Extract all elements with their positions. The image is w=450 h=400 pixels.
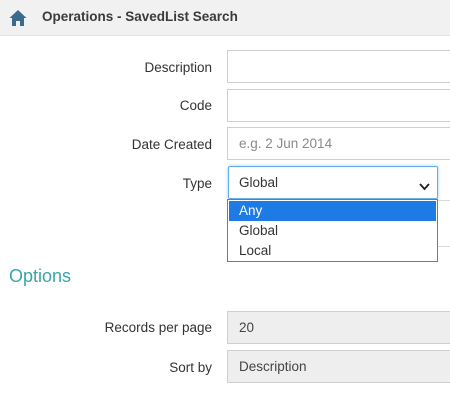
code-label: Code xyxy=(179,98,212,113)
type-select-value: Global xyxy=(239,175,279,190)
sort-by-label: Sort by xyxy=(169,360,212,375)
home-icon[interactable] xyxy=(8,9,28,27)
records-per-page-field[interactable]: 20 xyxy=(227,311,450,344)
code-field[interactable] xyxy=(227,89,450,122)
type-select[interactable]: Global xyxy=(228,166,438,199)
date-created-label: Date Created xyxy=(131,137,212,152)
type-label: Type xyxy=(182,176,212,191)
type-option-global[interactable]: Global xyxy=(229,221,436,241)
hidden-panel-edge xyxy=(436,200,450,247)
page-header: Operations - SavedList Search xyxy=(0,0,450,36)
type-option-any[interactable]: Any xyxy=(229,201,436,221)
type-option-local[interactable]: Local xyxy=(229,241,436,261)
date-created-field[interactable] xyxy=(227,127,450,160)
page-title: Operations - SavedList Search xyxy=(42,9,238,24)
options-section-title: Options xyxy=(9,266,72,286)
description-field[interactable] xyxy=(227,50,450,83)
chevron-down-icon xyxy=(419,178,430,191)
records-per-page-label: Records per page xyxy=(104,320,212,335)
description-label: Description xyxy=(144,60,212,75)
sort-by-field[interactable]: Description xyxy=(227,350,450,383)
type-dropdown-list[interactable]: Any Global Local xyxy=(227,199,438,262)
search-page: Operations - SavedList Search Descriptio… xyxy=(0,0,450,400)
